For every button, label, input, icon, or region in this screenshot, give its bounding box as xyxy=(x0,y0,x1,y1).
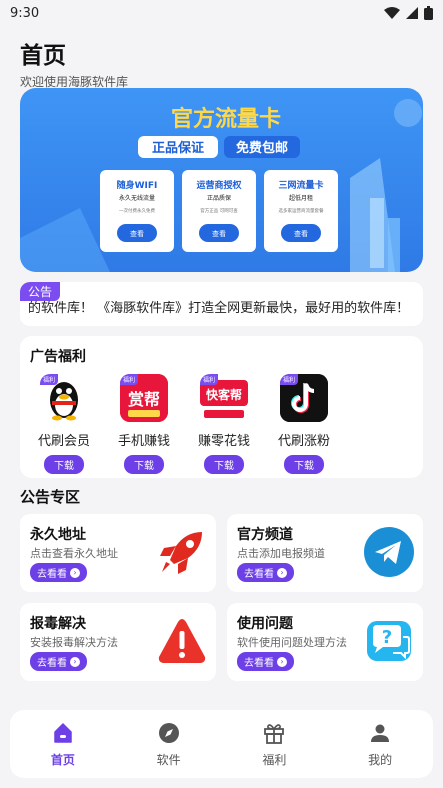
ad-item-3[interactable]: 快客帮 福利 赚零花钱 下载 xyxy=(184,374,264,474)
ad-label: 代刷会员 xyxy=(37,434,90,449)
warning-icon xyxy=(158,619,206,663)
promo-banner[interactable]: 官方流量卡 正品保证 免费包邮 随身WIFI 永久无线流量 一次付费永久免费 查… xyxy=(20,88,423,272)
wifi-icon xyxy=(384,7,400,19)
banner-tag-left: 正品保证 xyxy=(152,140,204,156)
go-see-button[interactable]: 去看看 › xyxy=(30,563,87,582)
tiktok-icon: 福利 xyxy=(280,374,328,422)
ad-item-4[interactable]: 福利 代刷涨粉 下载 xyxy=(264,374,344,474)
signal-icon xyxy=(406,7,418,19)
svg-text:?: ? xyxy=(382,627,392,648)
kuaikebang-icon: 快客帮 福利 xyxy=(200,374,248,422)
banner-card-2[interactable]: 运营商授权 正品质保 官方正品 可网可查 查看 xyxy=(182,170,256,252)
compass-icon xyxy=(158,722,179,743)
go-see-button[interactable]: 去看看 › xyxy=(30,652,87,671)
status-icons xyxy=(384,6,433,20)
banner-card-2-button: 查看 xyxy=(212,229,226,238)
rocket-icon xyxy=(160,532,202,574)
download-button[interactable]: 下载 xyxy=(124,455,164,474)
svg-text:选多家运营商流量套餐: 选多家运营商流量套餐 xyxy=(279,207,324,214)
bottom-tab-bar: 首页 软件 福利 我的 xyxy=(10,710,433,778)
user-icon xyxy=(371,724,390,742)
download-button[interactable]: 下载 xyxy=(284,455,324,474)
section-title: 公告专区 xyxy=(20,488,81,506)
notice-text: 的软件库！ 《海豚软件库》打造全网更新最快，最好用的软件库！ xyxy=(28,301,410,316)
home-icon xyxy=(54,722,72,743)
battery-icon xyxy=(424,6,433,20)
banner-tag-right: 免费包邮 xyxy=(236,140,288,156)
svg-text:一次付费永久免费: 一次付费永久免费 xyxy=(119,207,155,214)
zhuanbang-icon: 赏帮 福利 xyxy=(120,374,168,422)
card-usage-issues[interactable]: 使用问题 软件使用问题处理方法 去看看 › ? xyxy=(227,603,423,681)
banner-card-3[interactable]: 三网流量卡 超低月租 选多家运营商流量套餐 查看 xyxy=(264,170,338,252)
tab-welfare[interactable]: 福利 xyxy=(222,710,328,778)
go-see-button[interactable]: 去看看 › xyxy=(237,652,294,671)
svg-text:正品质保: 正品质保 xyxy=(207,194,231,202)
download-button[interactable]: 下载 xyxy=(204,455,244,474)
tab-software[interactable]: 软件 xyxy=(116,710,222,778)
svg-text:三网流量卡: 三网流量卡 xyxy=(278,179,323,191)
svg-text:超低月租: 超低月租 xyxy=(289,194,313,202)
card-permanent-address[interactable]: 永久地址 点击查看永久地址 去看看 › xyxy=(20,514,216,592)
svg-text:官方正品 可网可查: 官方正品 可网可查 xyxy=(200,207,238,214)
card-virus-fix[interactable]: 报毒解决 安装报毒解决方法 去看看 › xyxy=(20,603,216,681)
download-button[interactable]: 下载 xyxy=(44,455,84,474)
ad-label: 代刷涨粉 xyxy=(277,434,330,449)
help-chat-icon: ? xyxy=(367,621,411,661)
ads-title: 广告福利 xyxy=(30,349,86,365)
svg-text:快客帮: 快客帮 xyxy=(206,387,242,402)
ad-item-1[interactable]: 福利 代刷会员 下载 xyxy=(24,374,104,474)
svg-text:运营商授权: 运营商授权 xyxy=(196,179,242,191)
banner-headline: 官方流量卡 xyxy=(171,106,281,132)
svg-text:随身WIFI: 随身WIFI xyxy=(117,179,158,191)
telegram-icon xyxy=(364,527,414,577)
ads-panel: 广告福利 福利 代刷会员 下载 赏帮 福利 手机赚钱 下载 快客帮 福利 赚零花… xyxy=(20,336,423,478)
banner-card-3-button: 查看 xyxy=(294,229,308,238)
banner-card-1-button: 查看 xyxy=(130,229,144,238)
status-bar: 9:30 xyxy=(0,0,443,26)
page-title: 首页 xyxy=(20,43,66,69)
status-time: 9:30 xyxy=(10,5,40,21)
gift-icon xyxy=(264,723,285,744)
ad-item-2[interactable]: 赏帮 福利 手机赚钱 下载 xyxy=(104,374,184,474)
svg-text:赏帮: 赏帮 xyxy=(128,390,160,409)
card-official-channel[interactable]: 官方频道 点击添加电报频道 去看看 › xyxy=(227,514,423,592)
tab-home[interactable]: 首页 xyxy=(10,710,116,778)
qq-penguin-icon: 福利 xyxy=(40,374,88,422)
go-see-button[interactable]: 去看看 › xyxy=(237,563,294,582)
tab-mine[interactable]: 我的 xyxy=(327,710,433,778)
ad-label: 赚零花钱 xyxy=(197,434,250,449)
notice-bar[interactable]: 公告 的软件库！ 《海豚软件库》打造全网更新最快，最好用的软件库！ xyxy=(20,282,423,326)
svg-text:永久无线流量: 永久无线流量 xyxy=(119,194,155,202)
banner-card-1[interactable]: 随身WIFI 永久无线流量 一次付费永久免费 查看 xyxy=(100,170,174,252)
ad-label: 手机赚钱 xyxy=(117,434,170,449)
